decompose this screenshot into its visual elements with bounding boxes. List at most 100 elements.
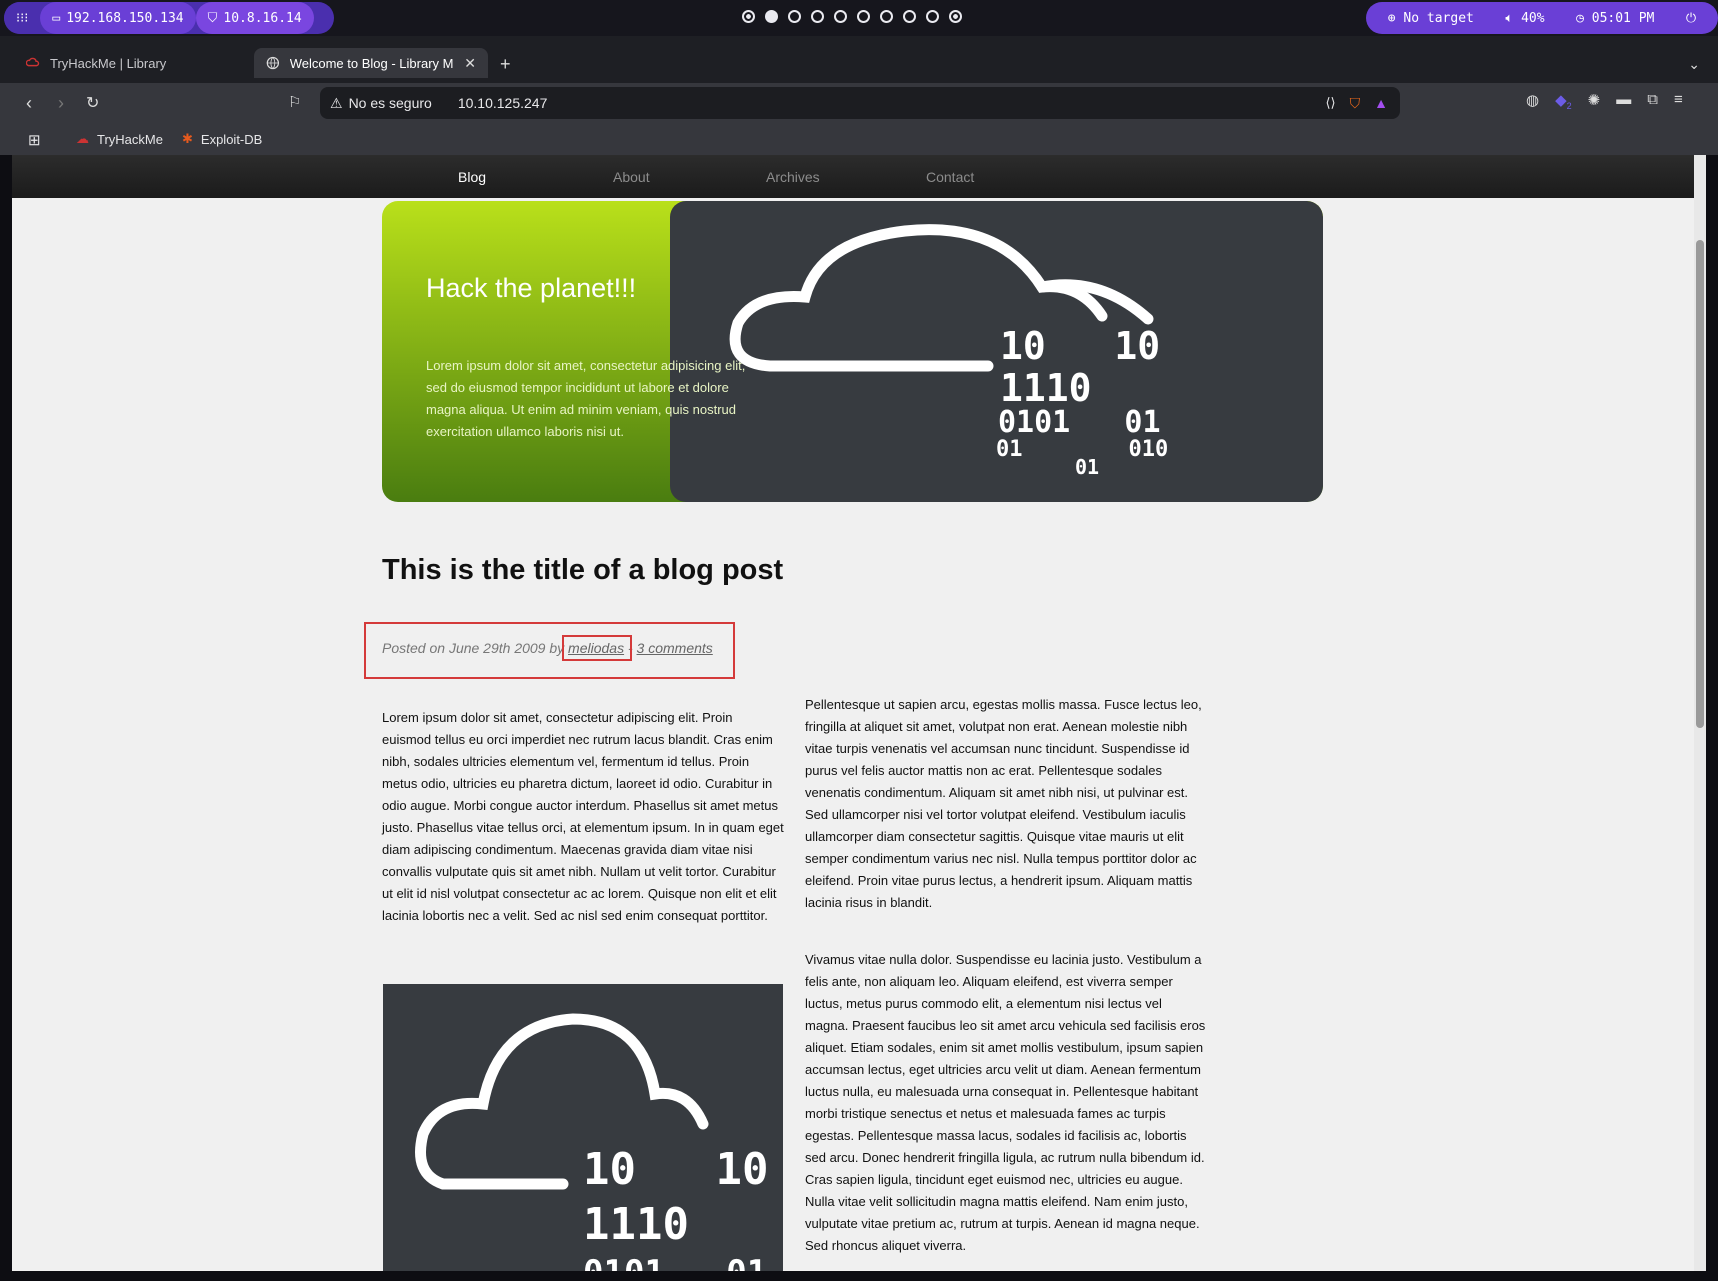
post-image: 10 10 1110 0101 01 <box>383 984 783 1271</box>
os-top-bar: ⁝⁝⁝ ▭ 192.168.150.134 ⛉ 10.8.16.14 ⊕ No … <box>0 0 1718 36</box>
volume-text: 40% <box>1521 10 1545 26</box>
binary-digits: 10 10 1110 0101 01 01 010 01 <box>996 324 1168 479</box>
post-paragraph: Lorem ipsum dolor sit amet, consectetur … <box>382 710 784 923</box>
workspace-dot[interactable] <box>857 10 870 23</box>
vpn-ip-widget[interactable]: ⛉ 10.8.16.14 <box>195 2 314 34</box>
workspace-dot[interactable] <box>742 10 755 23</box>
wappalyzer-extension-icon[interactable]: ◍ <box>1526 91 1539 111</box>
tryhackme-cloud-icon <box>26 57 40 67</box>
post-date: Posted on June 29th 2009 by <box>382 640 569 656</box>
volume-widget[interactable]: 🔈︎ 40% <box>1505 11 1544 26</box>
highlight-box-author <box>562 635 632 661</box>
back-icon[interactable]: ‹ <box>26 93 32 114</box>
exploitdb-bug-icon: ✱ <box>182 131 193 146</box>
extensions-puzzle-icon[interactable]: ⧉ <box>1647 91 1658 111</box>
monitor-icon: ▭ <box>52 10 61 26</box>
local-ip-widget[interactable]: ▭ 192.168.150.134 <box>40 2 196 34</box>
workspace-dot[interactable] <box>949 10 962 23</box>
target-widget[interactable]: ⊕ No target <box>1388 11 1474 26</box>
workspace-indicator[interactable] <box>742 10 962 23</box>
menu-hamburger-icon[interactable]: ≡ <box>1674 91 1683 111</box>
workspace-dot[interactable] <box>811 10 824 23</box>
local-ip-text: 192.168.150.134 <box>66 10 184 26</box>
tab-title: Welcome to Blog - Library M <box>289 55 454 71</box>
url-text[interactable]: 10.10.125.247 <box>458 95 548 111</box>
vpn-extension-icon[interactable]: ◆2 <box>1555 91 1572 111</box>
binary-line: 01 <box>1075 455 1099 479</box>
app-menu-icon[interactable]: ⁝⁝⁝ <box>4 2 41 34</box>
workspace-dot[interactable] <box>926 10 939 23</box>
bookmark-tryhackme[interactable]: ☁ TryHackMe <box>76 131 163 147</box>
address-bar[interactable]: ⚠ No es seguro 10.10.125.247 ⟨⟩ ⛉ ▲ <box>320 87 1400 119</box>
bookmark-label: Exploit-DB <box>200 131 263 147</box>
clock-widget: ◷ 05:01 PM <box>1576 11 1654 26</box>
extensions-area: ◍ ◆2 ✺ ▬ ⧉ ≡ <box>1526 91 1683 111</box>
post-title: This is the title of a blog post <box>382 554 784 586</box>
hero-image-panel: 10 10 1110 0101 01 01 010 01 <box>670 201 1323 502</box>
security-status[interactable]: No es seguro <box>349 95 432 111</box>
crosshair-icon: ⊕ <box>1387 10 1404 26</box>
bookmark-exploit-db[interactable]: ✱ Exploit-DB <box>182 131 262 147</box>
site-navigation: Blog About Archives Contact <box>12 155 1694 198</box>
tryhackme-cloud-icon: ☁ <box>76 131 89 146</box>
binary-line: 1110 <box>583 1199 689 1250</box>
page-viewport: Blog About Archives Contact 10 10 1110 0… <box>12 155 1706 1271</box>
bookmarks-bar: ⊞ ☁ TryHackMe ✱ Exploit-DB <box>0 123 1718 155</box>
browser-toolbar: ‹ › ↻ ⚐ ⚠ No es seguro 10.10.125.247 ⟨⟩ … <box>0 83 1718 123</box>
nav-blog[interactable]: Blog <box>458 169 486 185</box>
cookie-extension-icon[interactable]: ✺ <box>1588 91 1601 111</box>
workspace-dot[interactable] <box>903 10 916 23</box>
shield-icon: ⛉ <box>207 10 218 26</box>
new-tab-button[interactable]: + <box>500 54 511 75</box>
extension-badge: 2 <box>1566 101 1572 111</box>
bookmark-label: TryHackMe <box>97 131 163 147</box>
page-scrollbar[interactable] <box>1694 155 1706 1271</box>
brave-shield-icon[interactable]: ⛉ <box>1350 95 1361 112</box>
post-meta: Posted on June 29th 2009 by meliodas - 3… <box>382 640 713 656</box>
tab-tryhackme-library[interactable]: TryHackMe | Library <box>14 48 250 78</box>
brave-rewards-icon[interactable]: ▲ <box>1374 95 1388 111</box>
post-paragraph: Vivamus vitae nulla dolor. Suspendisse e… <box>805 952 1206 1253</box>
cloud-binary-image: 10 10 1110 0101 01 <box>415 1013 768 1271</box>
comments-link[interactable]: 3 comments <box>637 640 713 656</box>
warning-icon: ⚠ <box>330 94 343 111</box>
speaker-icon: 🔈︎ <box>1505 10 1522 26</box>
address-bar-actions: ⟨⟩ ⛉ ▲ <box>1325 95 1400 112</box>
workspace-dot[interactable] <box>834 10 847 23</box>
tab-library-blog[interactable]: Welcome to Blog - Library M ✕ <box>254 48 488 78</box>
tab-search-chevron-icon[interactable]: ⌄ <box>1688 56 1700 73</box>
nav-contact[interactable]: Contact <box>926 169 974 185</box>
hat-extension-icon[interactable]: ▬ <box>1616 91 1631 111</box>
clock-text: 05:01 PM <box>1591 10 1655 26</box>
workspace-dot[interactable] <box>765 10 778 23</box>
hero-banner: 10 10 1110 0101 01 01 010 01 Hack the pl… <box>382 201 1323 502</box>
forward-icon[interactable]: › <box>58 93 64 114</box>
os-right-pill: ⊕ No target 🔈︎ 40% ◷ 05:01 PM ⏻ <box>1366 2 1718 34</box>
globe-icon <box>266 56 280 70</box>
os-left-pill: ⁝⁝⁝ ▭ 192.168.150.134 ⛉ 10.8.16.14 <box>4 2 334 34</box>
binary-line: 0101 01 <box>583 1253 767 1271</box>
bookmark-icon[interactable]: ⚐ <box>288 93 301 111</box>
binary-line: 1110 <box>1000 366 1092 410</box>
scrollbar-thumb[interactable] <box>1696 240 1704 728</box>
post-paragraph: Pellentesque ut sapien arcu, egestas mol… <box>805 697 1202 910</box>
binary-digits: 10 10 1110 0101 01 <box>583 1144 768 1271</box>
reload-icon[interactable]: ↻ <box>86 93 99 113</box>
workspace-dot[interactable] <box>880 10 893 23</box>
binary-line: 10 10 <box>583 1144 768 1195</box>
workspace-dot[interactable] <box>788 10 801 23</box>
browser-tab-strip: TryHackMe | Library Welcome to Blog - Li… <box>0 36 1718 83</box>
nav-about[interactable]: About <box>613 169 650 185</box>
hero-title: Hack the planet!!! <box>426 273 637 303</box>
clock-icon: ◷ <box>1576 10 1592 26</box>
vpn-ip-text: 10.8.16.14 <box>223 10 302 26</box>
apps-grid-icon[interactable]: ⊞ <box>28 131 41 149</box>
cloud-binary-image: 10 10 1110 0101 01 01 010 01 <box>729 224 1168 479</box>
nav-archives[interactable]: Archives <box>766 169 820 185</box>
power-icon[interactable]: ⏻ <box>1686 11 1696 26</box>
share-icon[interactable]: ⟨⟩ <box>1325 95 1335 111</box>
hero-text: Lorem ipsum dolor sit amet, consectetur … <box>426 358 746 439</box>
binary-line: 0101 01 <box>998 405 1161 440</box>
close-tab-icon[interactable]: ✕ <box>464 55 476 72</box>
target-text: No target <box>1403 10 1474 26</box>
